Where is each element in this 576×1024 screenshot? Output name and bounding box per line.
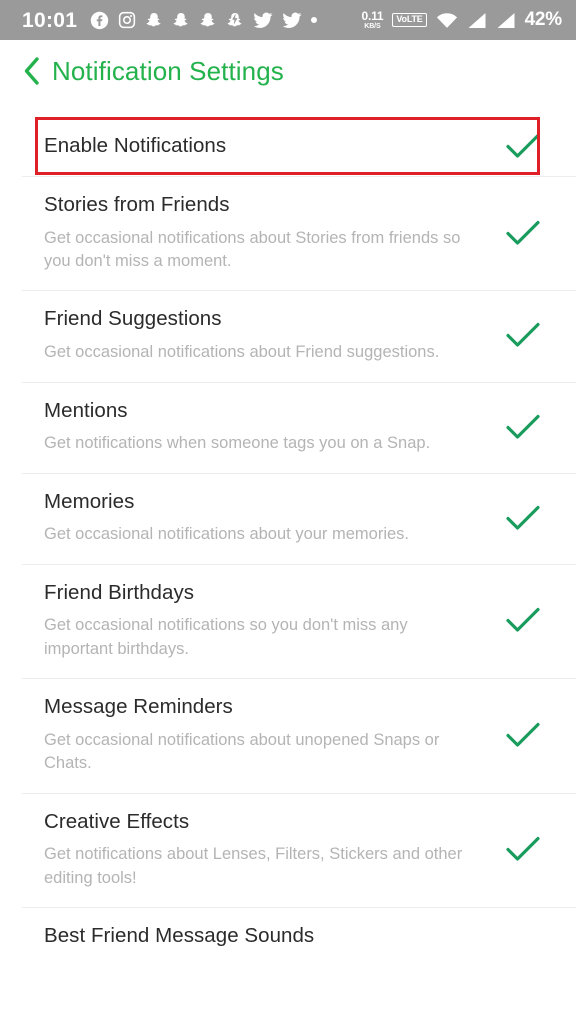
setting-description: Get occasional notifications about Stori… [44, 228, 461, 271]
check-icon [506, 722, 540, 747]
setting-title: Mentions [44, 398, 128, 422]
setting-row-message-reminders[interactable]: Message Reminders Get occasional notific… [0, 679, 576, 793]
app-header: Notification Settings [0, 40, 576, 102]
row-text: Memories Get occasional notifications ab… [44, 489, 500, 547]
setting-description: Get occasional notifications about your … [44, 525, 410, 544]
setting-description: Get occasional notifications so you don'… [44, 616, 408, 658]
setting-row-stories-from-friends[interactable]: Stories from Friends Get occasional noti… [0, 177, 576, 291]
check-icon [506, 133, 540, 158]
chevron-left-icon [24, 57, 39, 85]
network-speed-value: 0.11 [361, 9, 384, 23]
more-dot-icon [311, 17, 318, 23]
setting-row-friend-suggestions[interactable]: Friend Suggestions Get occasional notifi… [0, 291, 576, 382]
page-title: Notification Settings [52, 55, 284, 86]
setting-toggle-check[interactable] [500, 414, 546, 440]
battery-percentage: 42% [524, 9, 563, 30]
row-text: Mentions Get notifications when someone … [44, 398, 500, 456]
row-text: Friend Birthdays Get occasional notifica… [44, 580, 500, 661]
network-speed-indicator: 0.11 KB/S [361, 10, 383, 30]
snapchat-icon [200, 12, 215, 27]
setting-row-creative-effects[interactable]: Creative Effects Get notifications about… [0, 793, 576, 908]
check-icon [506, 414, 540, 439]
row-text: Stories from Friends Get occasional noti… [44, 192, 500, 273]
setting-title: Best Friend Message Sounds [44, 924, 315, 948]
setting-title: Friend Birthdays [44, 580, 195, 604]
row-text: Best Friend Message Sounds [44, 923, 500, 949]
setting-description: Get notifications when someone tags you … [44, 434, 431, 453]
row-text: Message Reminders Get occasional notific… [44, 694, 500, 775]
setting-toggle-check[interactable] [500, 836, 546, 862]
check-icon [506, 220, 540, 245]
check-icon [506, 505, 540, 530]
network-speed-unit: KB/S [364, 23, 381, 30]
setting-description: Get notifications about Lenses, Filters,… [44, 845, 463, 887]
setting-row-enable-notifications[interactable]: Enable Notifications [0, 116, 576, 176]
setting-title: Memories [44, 489, 135, 513]
snapchat-bolt-icon [227, 12, 242, 27]
snapchat-icon [173, 12, 188, 27]
signal-bars-icon [497, 12, 515, 28]
setting-title: Friend Suggestions [44, 307, 222, 331]
wifi-icon [436, 12, 457, 28]
setting-row-memories[interactable]: Memories Get occasional notifications ab… [0, 473, 576, 564]
twitter-icon [253, 12, 273, 28]
row-text: Enable Notifications [44, 133, 500, 159]
setting-description: Get occasional notifications about unope… [44, 730, 440, 773]
setting-toggle-check[interactable] [500, 220, 546, 246]
check-icon [506, 837, 540, 861]
check-icon [506, 323, 540, 348]
setting-toggle-check[interactable] [500, 607, 546, 633]
notification-settings-list: Enable Notifications Stories from Friend… [0, 116, 576, 967]
back-button[interactable] [18, 56, 44, 86]
setting-title: Creative Effects [44, 809, 190, 833]
row-text: Friend Suggestions Get occasional notifi… [44, 306, 500, 364]
check-icon [506, 608, 540, 632]
setting-title: Stories from Friends [44, 193, 230, 216]
instagram-icon [119, 11, 136, 29]
setting-description: Get occasional notifications about Frien… [44, 343, 440, 362]
setting-toggle-check[interactable] [500, 722, 546, 748]
status-notification-icons [90, 11, 318, 30]
signal-bars-icon [468, 12, 486, 28]
setting-row-best-friend-message-sounds[interactable]: Best Friend Message Sounds [0, 908, 576, 967]
setting-row-mentions[interactable]: Mentions Get notifications when someone … [0, 382, 576, 473]
setting-title: Message Reminders [44, 695, 233, 719]
status-bar: 10:01 0.11 KB/S VoLTE 42% [0, 0, 576, 40]
row-text: Creative Effects Get notifications about… [44, 809, 500, 890]
twitter-icon [282, 12, 302, 28]
setting-toggle-check[interactable] [500, 322, 546, 348]
snapchat-icon [146, 12, 161, 27]
setting-toggle-check[interactable] [500, 133, 546, 159]
facebook-icon [91, 11, 109, 29]
setting-toggle-check[interactable] [500, 505, 546, 531]
status-system-icons: 0.11 KB/S VoLTE 42% [361, 9, 562, 31]
setting-title: Enable Notifications [44, 134, 227, 158]
setting-row-friend-birthdays[interactable]: Friend Birthdays Get occasional notifica… [0, 564, 576, 679]
volte-icon: VoLTE [392, 13, 427, 27]
status-time: 10:01 [22, 8, 78, 32]
